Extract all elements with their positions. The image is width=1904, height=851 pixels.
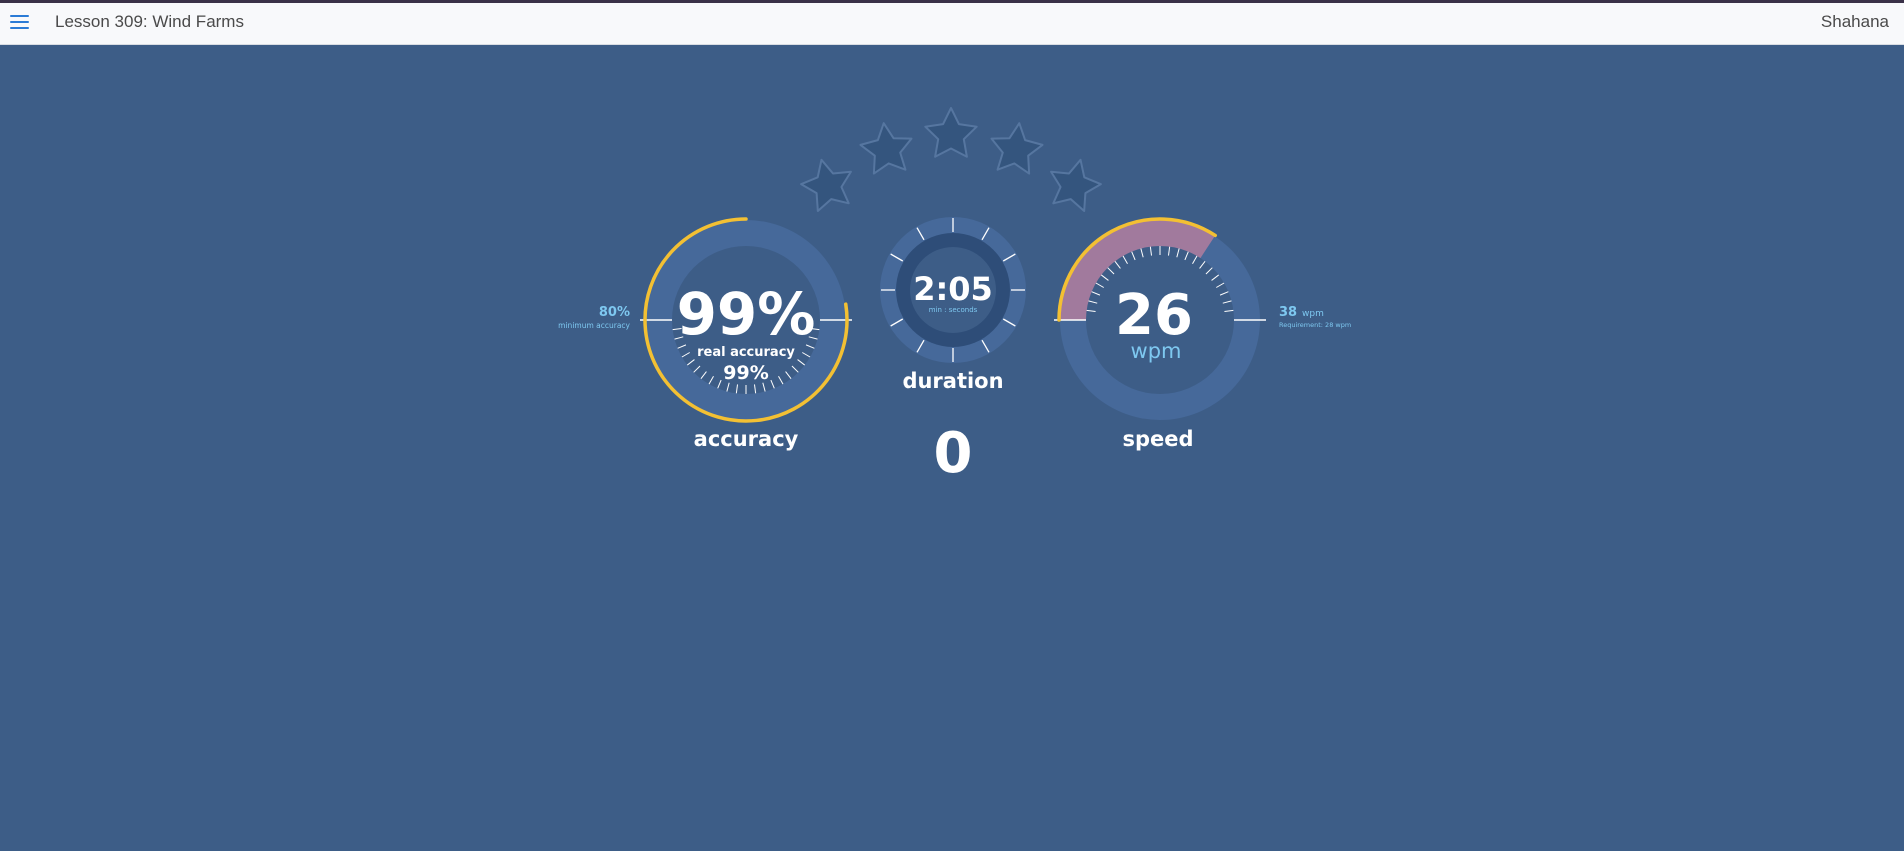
star-rating (795, 107, 1107, 215)
counter-value: 0 (934, 421, 973, 486)
minimum-accuracy-label: minimum accuracy (558, 321, 630, 330)
duration-dial: 2:05 min : seconds duration 0 (880, 217, 1026, 486)
duration-units: min : seconds (929, 306, 978, 314)
star-icon (986, 119, 1046, 176)
speed-gauge: 26 wpm 38 wpm Requirement: 28 wpm speed (1054, 217, 1351, 451)
star-icon (795, 152, 860, 215)
speed-label: speed (1122, 427, 1193, 451)
speed-requirement-value: 38 (1279, 305, 1297, 320)
star-icon (924, 107, 978, 158)
accuracy-gauge: 99% real accuracy 99% 80% minimum accura… (558, 217, 852, 451)
results-dashboard: 99% real accuracy 99% 80% minimum accura… (558, 107, 1351, 486)
star-icon (857, 119, 917, 176)
minimum-accuracy-value: 80% (599, 305, 630, 320)
real-accuracy-value: 99% (723, 362, 768, 384)
star-icon (1042, 152, 1107, 215)
speed-unit: wpm (1131, 339, 1182, 363)
duration-value: 2:05 (913, 270, 993, 308)
real-accuracy-label: real accuracy (697, 345, 795, 360)
speed-requirement-unit: wpm (1302, 309, 1324, 319)
accuracy-value: 99% (677, 280, 816, 348)
accuracy-label: accuracy (694, 427, 799, 451)
duration-label: duration (902, 369, 1003, 393)
speed-requirement-label: Requirement: 28 wpm (1279, 321, 1351, 329)
